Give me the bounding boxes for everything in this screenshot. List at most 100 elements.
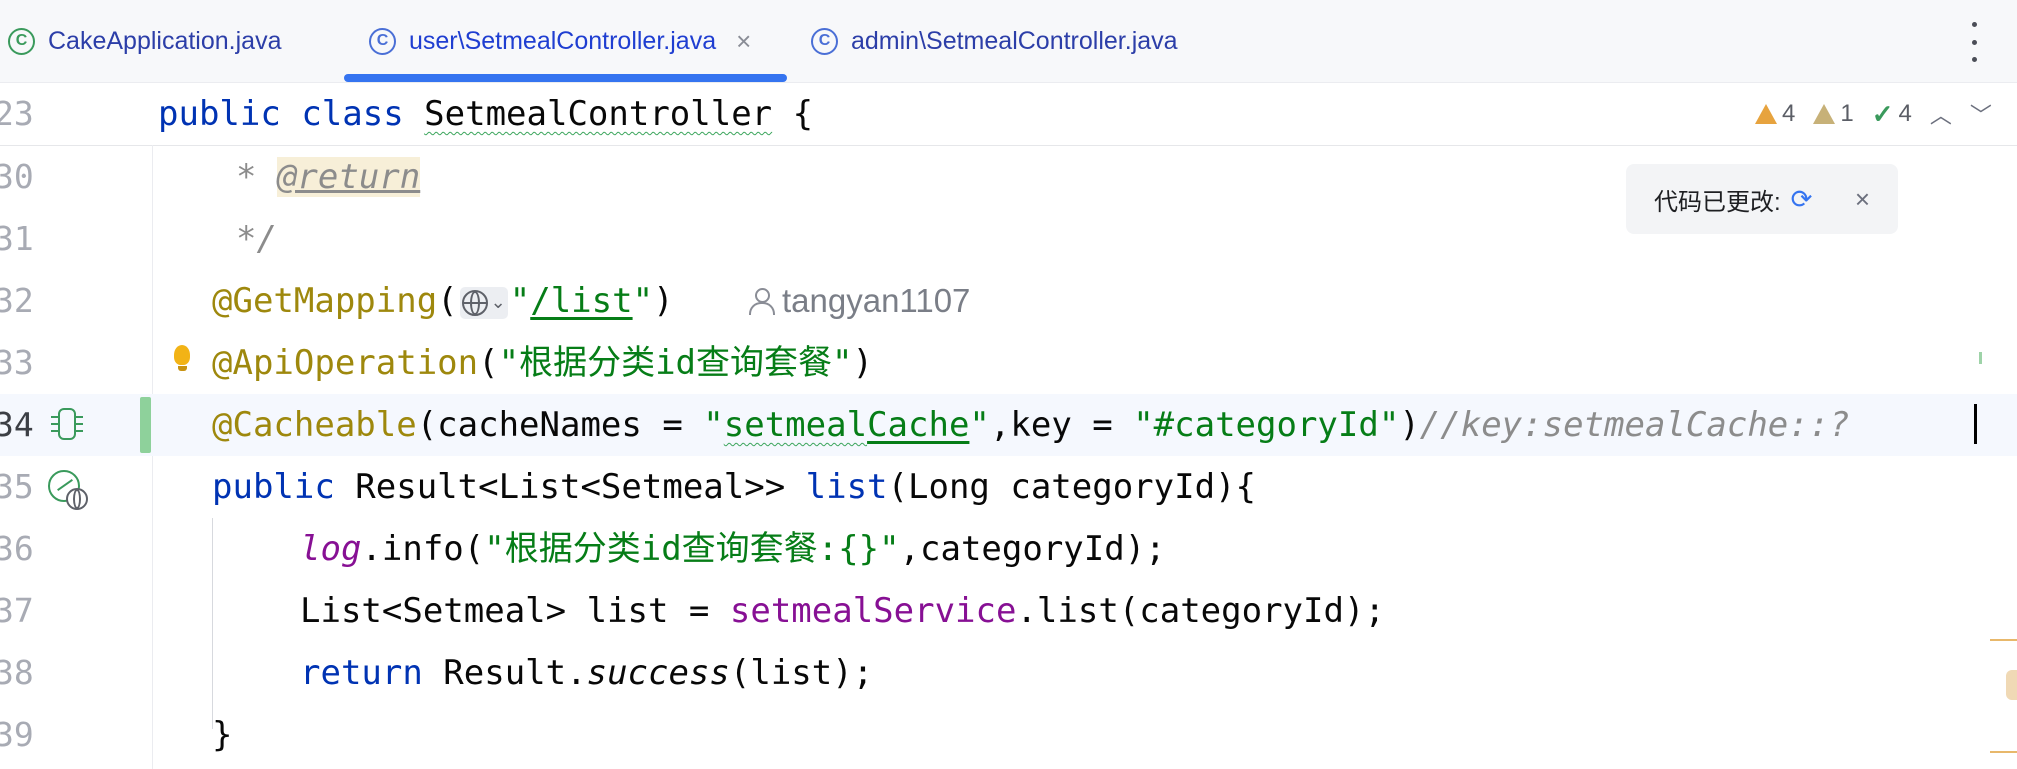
spring-boot-class-icon: C: [8, 27, 35, 55]
code-line: 37 List<Setmeal> list = setmealService.l…: [0, 580, 2017, 642]
class-name: SetmealController: [424, 94, 773, 134]
string-literal: "根据分类id查询套餐": [498, 343, 853, 383]
code-text: Result.: [422, 653, 587, 693]
line-number: 38: [0, 653, 34, 692]
more-tabs-menu-icon[interactable]: [1964, 22, 1984, 62]
class-icon: C: [811, 27, 838, 55]
scrollbar-warning-mark: [1990, 639, 2017, 641]
annotation: @GetMapping: [212, 281, 438, 321]
weak-warning-icon: [1813, 104, 1836, 124]
line-number: 37: [0, 591, 34, 630]
code-line: 39 }: [0, 704, 2017, 766]
vcs-change-marker[interactable]: [140, 397, 151, 453]
scrollbar-warning-mark: [2006, 670, 2017, 700]
line-number: 36: [0, 529, 34, 568]
code-line-23: public class SetmealController {: [158, 83, 813, 145]
scrollbar-change-mark: [1979, 352, 1982, 364]
code-line: 38 return Result.success(list);: [0, 642, 2017, 704]
code-line-34: @Cacheable(cacheNames = "setmealCache",k…: [212, 394, 1850, 456]
string-literal: "根据分类id查询套餐:{}": [484, 529, 900, 569]
code-line-30: * @return: [236, 146, 421, 208]
text-caret: [1974, 404, 1977, 444]
tab-label: CakeApplication.java: [48, 26, 282, 55]
static-method: success: [586, 653, 730, 693]
keyword: public: [212, 467, 335, 507]
weak-warnings-count[interactable]: 1: [1813, 100, 1854, 128]
lightbulb-icon[interactable]: [174, 345, 190, 365]
lightbulb-base: [178, 366, 187, 371]
code-line-32: @GetMapping(⌄ "/list"): [212, 270, 674, 332]
active-tab-indicator: [344, 74, 787, 82]
javadoc-tag: @return: [276, 157, 421, 197]
code-text: ,key =: [989, 405, 1134, 445]
paren: (: [437, 281, 458, 321]
notification-label: 代码已更改:: [1654, 188, 1781, 216]
code-text: ,categoryId);: [899, 529, 1166, 569]
code-text: List<Setmeal> list =: [300, 591, 730, 631]
paren: (: [478, 343, 499, 383]
code-line-39: }: [212, 715, 233, 755]
person-icon: [748, 286, 775, 316]
code-author-hint[interactable]: tangyan1107: [748, 270, 970, 332]
code-line-35: public Result<List<Setmeal>> list(Long c…: [212, 456, 1256, 518]
comment-star: *: [236, 157, 277, 197]
typo-count-label: 4: [1898, 100, 1912, 127]
paren: ): [1399, 405, 1420, 445]
sticky-scroll-header: 23 public class SetmealController {: [0, 83, 2017, 146]
code-line-38: return Result.success(list);: [300, 642, 873, 704]
string-literal: Cache: [867, 405, 970, 445]
code-text: .info(: [361, 529, 485, 569]
field: setmealService: [729, 591, 1017, 631]
line-number: 33: [0, 343, 34, 382]
typo-check-icon: ✓: [1871, 98, 1894, 129]
annotation: @ApiOperation: [212, 343, 479, 383]
globe-icon: [461, 289, 488, 316]
paren: ): [852, 343, 873, 383]
parameters: (Long categoryId){: [887, 467, 1256, 507]
line-comment: //key:setmealCache::?: [1419, 405, 1850, 445]
code-text: .list(categoryId);: [1016, 591, 1385, 631]
code-changed-notification: 代码已更改: ⟳ ×: [1626, 164, 1898, 234]
cacheable-gutter-icon[interactable]: [49, 408, 85, 440]
line-number: 34: [0, 405, 34, 444]
url-path-link[interactable]: /list: [530, 281, 632, 321]
line-number: 32: [0, 281, 34, 320]
reload-changes-icon[interactable]: ⟳: [1791, 184, 1813, 215]
next-highlight-icon[interactable]: ﹀: [1970, 98, 1992, 130]
code-line-36: log.info("根据分类id查询套餐:{}",categoryId);: [300, 518, 1166, 580]
brace: {: [772, 94, 814, 134]
author-name: tangyan1107: [782, 282, 971, 319]
line-number: 23: [0, 94, 34, 133]
tab-user-setmeal-controller[interactable]: C user\SetmealController.java ×: [369, 0, 751, 82]
code-line: 36 log.info("根据分类id查询套餐:{}",categoryId);: [0, 518, 2017, 580]
inspection-widget[interactable]: 4 1 ✓ 4 ︿ ﹀: [1755, 84, 1992, 144]
typos-count[interactable]: ✓ 4: [1872, 99, 1912, 130]
keyword: class: [301, 94, 404, 134]
close-notification-icon[interactable]: ×: [1855, 184, 1870, 215]
return-type: Result<List<Setmeal>>: [334, 467, 806, 507]
previous-highlight-icon[interactable]: ︿: [1930, 98, 1952, 130]
string-quote: ": [509, 281, 531, 321]
endpoint-gutter-icon[interactable]: [48, 470, 90, 510]
keyword: return: [300, 653, 423, 693]
scrollbar-warning-mark: [1990, 751, 2017, 753]
tab-admin-setmeal-controller[interactable]: C admin\SetmealController.java: [811, 0, 1178, 82]
code-text: (cacheNames =: [416, 405, 704, 445]
string-quote: ": [969, 405, 990, 445]
url-inlay-hint[interactable]: ⌄: [459, 286, 508, 319]
close-tab-icon[interactable]: ×: [736, 26, 751, 57]
string-quote: ": [632, 281, 654, 321]
line-number: 39: [0, 715, 34, 754]
code-line: 35 public Result<List<Setmeal>> list(Lon…: [0, 456, 2017, 518]
static-field: log: [300, 529, 362, 569]
tab-label: admin\SetmealController.java: [851, 26, 1178, 55]
warning-icon: [1755, 104, 1777, 124]
code-line: 33 @ApiOperation("根据分类id查询套餐"): [0, 332, 2017, 394]
line-number: 35: [0, 467, 34, 506]
line-number: 31: [0, 219, 34, 258]
tab-cake-application[interactable]: C CakeApplication.java: [8, 0, 281, 82]
warnings-count[interactable]: 4: [1755, 100, 1795, 128]
tab-label: user\SetmealController.java: [409, 26, 717, 55]
weak-warning-count-label: 1: [1840, 100, 1854, 127]
keyword: public: [158, 94, 281, 134]
